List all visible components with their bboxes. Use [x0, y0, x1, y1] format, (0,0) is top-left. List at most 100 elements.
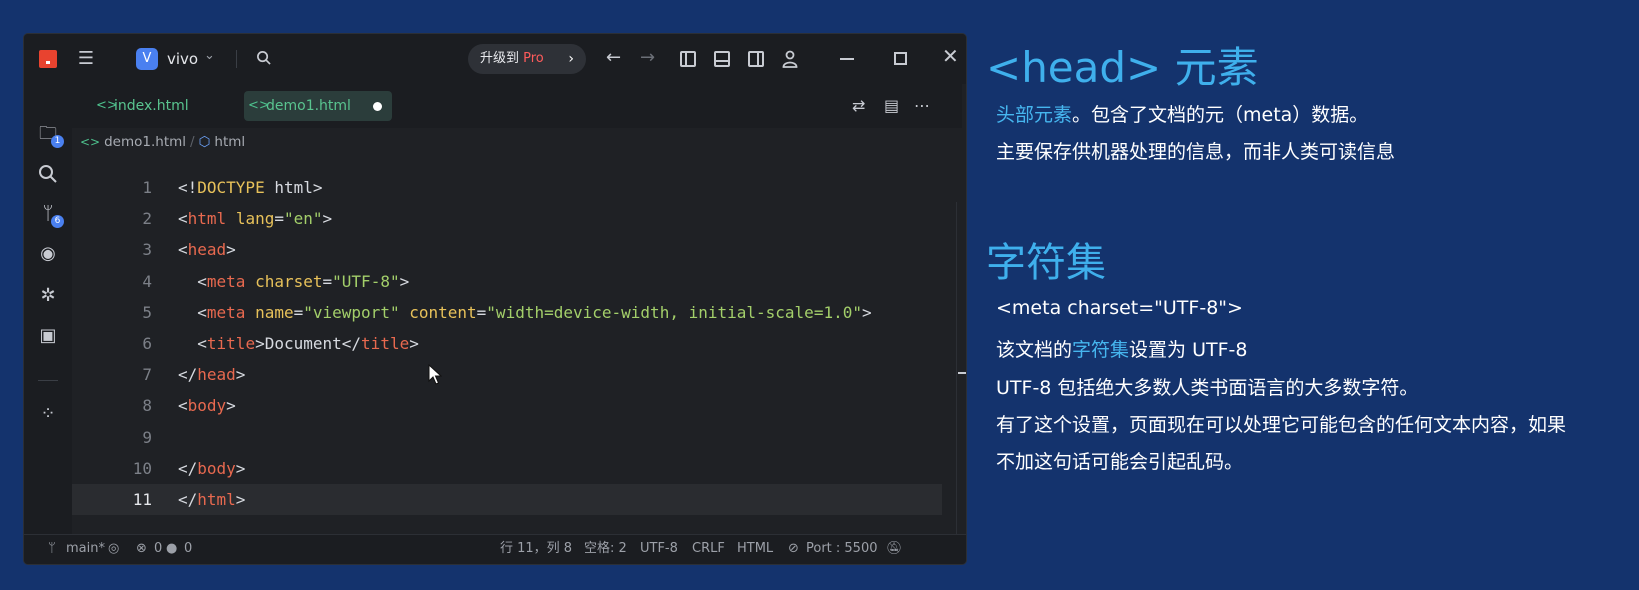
heading-head-element: <head> 元素	[986, 43, 1259, 92]
code-text[interactable]: <!DOCTYPE html>	[178, 172, 323, 203]
cursor-position[interactable]: 行 11，列 8	[500, 535, 572, 563]
note-text: 该文档的	[996, 339, 1073, 361]
toggle-sidebar-icon[interactable]	[680, 51, 696, 67]
code-editor[interactable]: 1 <!DOCTYPE html> 2 <html lang="en"> 3 <head>…	[72, 172, 942, 516]
code-line[interactable]: 6 <title>Document</title>	[72, 328, 942, 359]
note-line-1: 头部元素。包含了文档的元（meta）数据。	[996, 100, 1368, 127]
split-editor-icon[interactable]: ▤	[884, 96, 899, 115]
menu-icon[interactable]: ☰	[76, 49, 96, 69]
line-number: 7	[142, 365, 152, 385]
chevron-down-icon[interactable]: ⌄	[204, 48, 215, 63]
tab-demo1-html[interactable]: <> demo1.html	[244, 91, 392, 121]
warning-icon[interactable]: ●	[166, 535, 177, 563]
notes-panel: <head> 元素 头部元素。包含了文档的元（meta）数据。 主要保存供机器处…	[966, 0, 1639, 590]
code-line[interactable]: 4 <meta charset="UTF-8">	[72, 266, 942, 297]
account-icon[interactable]	[782, 50, 798, 68]
sync-icon[interactable]: ◎	[108, 535, 119, 563]
remote-explorer-icon[interactable]: ▣	[36, 324, 60, 348]
note-line-7: 不加这句话可能会引起乱码。	[996, 451, 1244, 473]
editor-area: <> index.html <> demo1.html ⇄ ▤ ⋯ <> demo…	[72, 84, 966, 550]
line-number: 8	[142, 396, 152, 416]
line-ending[interactable]: CRLF	[692, 535, 725, 563]
project-name[interactable]: vivo	[167, 50, 198, 68]
note-line-6: 有了这个设置，页面现在可以处理它可能包含的任何文本内容，如果	[996, 414, 1567, 436]
maximize-button[interactable]	[894, 52, 907, 65]
more-actions-icon[interactable]: ⋯	[914, 96, 930, 115]
back-arrow-icon[interactable]: ←	[606, 48, 621, 68]
mouse-cursor-icon	[428, 364, 442, 385]
code-text[interactable]: </body>	[178, 453, 245, 484]
divider	[38, 380, 58, 381]
code-line[interactable]: 3 <head>	[72, 234, 942, 265]
code-line[interactable]: 8 <body>	[72, 390, 942, 421]
search-icon[interactable]	[256, 50, 271, 65]
code-text[interactable]: </head>	[178, 359, 245, 390]
code-text[interactable]: <head>	[178, 234, 236, 265]
note-line-2: 主要保存供机器处理的信息，而非人类可读信息	[996, 141, 1396, 163]
port-status[interactable]: Port : 5500	[806, 535, 878, 563]
explorer-icon[interactable]: 🗀 1	[36, 122, 64, 148]
forward-arrow-icon[interactable]: →	[640, 48, 655, 68]
notifications-icon[interactable]: 🔕︎	[886, 535, 903, 563]
note-line-5: UTF-8 包括绝大多数人类书面语言的大多数字符。	[996, 377, 1419, 399]
code-line[interactable]: 11 </html>	[72, 483, 942, 516]
breadcrumb: <> demo1.html / ⬡ html	[80, 132, 245, 152]
chevron-right-icon: ›	[568, 51, 574, 67]
heading-charset: 字符集	[986, 240, 1106, 286]
line-number: 6	[142, 333, 152, 353]
code-line[interactable]: 7 </head>	[72, 359, 942, 390]
code-text[interactable]: <title>Document</title>	[178, 328, 419, 359]
line-number: 11	[132, 489, 152, 509]
compare-icon[interactable]: ⇄	[852, 96, 865, 115]
minimize-button[interactable]	[840, 58, 854, 60]
code-line[interactable]: 2 <html lang="en">	[72, 203, 942, 234]
code-text[interactable]: <meta charset="UTF-8">	[178, 266, 409, 297]
app-logo-icon	[39, 50, 57, 68]
project-avatar[interactable]: V	[136, 48, 158, 70]
extensions-icon[interactable]: ⁘	[36, 402, 60, 426]
encoding[interactable]: UTF-8	[640, 535, 678, 563]
debug-icon[interactable]: ✲	[36, 284, 60, 308]
code-text[interactable]: <body>	[178, 390, 236, 421]
code-line[interactable]: 9	[72, 422, 942, 453]
code-line[interactable]: 5 <meta name="viewport" content="width=d…	[72, 297, 942, 328]
code-text[interactable]: <html lang="en">	[178, 203, 332, 234]
error-count[interactable]: 0	[154, 535, 162, 563]
note-line-3: <meta charset="UTF-8">	[996, 297, 1243, 319]
breadcrumb-separator: /	[190, 134, 195, 150]
branch-name[interactable]: main*	[66, 535, 105, 563]
code-text[interactable]: </html>	[178, 484, 245, 515]
line-number: 9	[142, 427, 152, 447]
code-line[interactable]: 1 <!DOCTYPE html>	[72, 172, 942, 203]
scrollbar-track[interactable]	[956, 202, 957, 550]
indent-setting[interactable]: 空格: 2	[584, 535, 627, 563]
preview-icon[interactable]: ◉	[36, 242, 60, 266]
title-bar: ☰ V vivo ⌄ 升级到 Pro › ← → ✕	[24, 34, 966, 84]
note-text: 。包含了文档的元（meta）数据。	[1072, 104, 1369, 126]
source-control-icon[interactable]: ᛘ6	[36, 202, 64, 228]
tab-label: demo1.html	[266, 98, 351, 114]
language-mode[interactable]: HTML	[737, 535, 773, 563]
upgrade-pro-button[interactable]: 升级到 Pro ›	[468, 44, 586, 74]
unsaved-dot-icon[interactable]	[373, 102, 382, 111]
code-text[interactable]: <meta name="viewport" content="width=dev…	[178, 297, 871, 328]
warning-count[interactable]: 0	[184, 535, 192, 563]
toggle-panel-icon[interactable]	[714, 51, 730, 67]
line-number: 3	[142, 240, 152, 260]
branch-icon: ᛘ	[48, 541, 56, 556]
error-icon[interactable]: ⊗	[136, 535, 147, 563]
breadcrumb-file[interactable]: demo1.html	[104, 134, 186, 150]
tab-index-html[interactable]: <> index.html	[92, 91, 232, 121]
close-window-button[interactable]: ✕	[942, 46, 959, 66]
breadcrumb-symbol[interactable]: html	[214, 134, 245, 150]
code-line[interactable]: 10 </body>	[72, 453, 942, 484]
search-icon[interactable]	[36, 162, 60, 186]
code-file-icon: <>	[96, 98, 118, 113]
toggle-secondary-sidebar-icon[interactable]	[748, 51, 764, 67]
upgrade-label: 升级到	[480, 51, 524, 66]
source-control-badge: 6	[51, 215, 64, 228]
code-file-icon: <>	[248, 98, 270, 113]
scrollbar-thumb[interactable]	[958, 372, 966, 374]
editor-window: ☰ V vivo ⌄ 升级到 Pro › ← → ✕ 🗀 1 ᛘ6 ◉ ✲ ▣ …	[24, 34, 966, 564]
divider	[236, 50, 237, 68]
